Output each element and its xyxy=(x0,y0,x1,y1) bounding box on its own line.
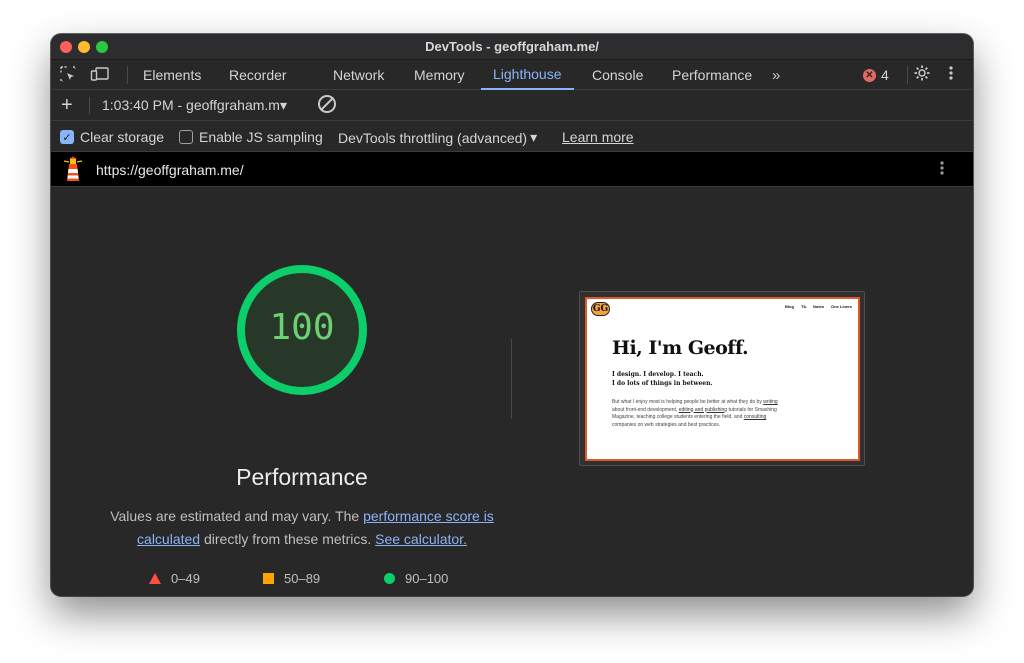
legend-range: 50–89 xyxy=(284,571,321,586)
site-heading: Hi, I'm Geoff. xyxy=(612,337,749,359)
page-screenshot: GG Blog TIL Notes One Liners Hi, I'm Geo… xyxy=(585,297,860,461)
score-description: Values are estimated and may vary. The p… xyxy=(101,505,503,551)
circle-icon xyxy=(384,573,395,584)
tab-separator xyxy=(127,66,128,84)
lighthouse-options-bar: ✓ Clear storage Enable JS sampling DevTo… xyxy=(51,121,973,152)
title-bar: DevTools - geoffgraham.me/ xyxy=(51,34,973,60)
throttling-label: DevTools throttling (advanced) xyxy=(338,129,528,146)
tab-network[interactable]: Network xyxy=(333,60,384,90)
window-controls xyxy=(60,41,108,53)
site-nav-item: Notes xyxy=(813,304,825,309)
intro-text: companies on web strategies and best pra… xyxy=(612,421,721,428)
legend-average: 50–89 xyxy=(263,571,320,586)
devtools-window: DevTools - geoffgraham.me/ Elements Reco… xyxy=(51,34,973,596)
js-sampling-option[interactable]: Enable JS sampling xyxy=(179,129,323,145)
tab-elements[interactable]: Elements xyxy=(143,60,201,90)
chevron-down-icon: ▾ xyxy=(279,97,287,113)
inspect-element-icon[interactable] xyxy=(55,65,81,87)
site-logo: GG xyxy=(591,302,610,316)
consulting-link: consulting xyxy=(743,414,767,420)
new-report-button[interactable]: + xyxy=(61,94,73,117)
writing-link: writing xyxy=(763,399,778,405)
site-nav-item: Blog xyxy=(785,304,794,309)
triangle-icon xyxy=(149,573,161,584)
intro-text: But what I enjoy most is helping people … xyxy=(612,399,764,405)
legend-range: 0–49 xyxy=(171,571,200,586)
clear-storage-checkbox[interactable]: ✓ xyxy=(60,130,74,144)
editing-link: editing and publishing xyxy=(678,406,728,413)
report-url[interactable]: https://geoffgraham.me/ xyxy=(96,162,244,178)
square-icon xyxy=(263,573,274,584)
window-title: DevTools - geoffgraham.me/ xyxy=(425,39,599,54)
clear-storage-label: Clear storage xyxy=(80,129,165,145)
throttling-dropdown[interactable]: DevTools throttling (advanced) ▾ xyxy=(338,129,537,146)
legend-fail: 0–49 xyxy=(149,571,200,586)
issues-counter[interactable]: ✕ 4 xyxy=(863,67,889,83)
tab-separator xyxy=(907,66,908,84)
site-nav-item: One Liners xyxy=(831,304,852,309)
tab-recorder[interactable]: Recorder xyxy=(229,60,287,90)
report-url-bar: https://geoffgraham.me/ xyxy=(51,152,973,187)
error-icon: ✕ xyxy=(863,68,876,82)
site-tagline: I do lots of things in between. xyxy=(612,380,713,387)
toolbar-separator xyxy=(89,97,90,114)
issues-count: 4 xyxy=(881,67,889,83)
tab-memory[interactable]: Memory xyxy=(414,60,465,90)
customize-menu-icon[interactable] xyxy=(948,64,954,87)
close-window-button[interactable] xyxy=(60,41,72,53)
zoom-window-button[interactable] xyxy=(96,41,108,53)
clear-storage-option[interactable]: ✓ Clear storage xyxy=(60,129,164,145)
final-screenshot[interactable]: GG Blog TIL Notes One Liners Hi, I'm Geo… xyxy=(579,291,865,466)
minimize-window-button[interactable] xyxy=(78,41,90,53)
report-divider xyxy=(511,339,512,419)
lighthouse-report: 100 Performance Values are estimated and… xyxy=(51,187,973,596)
intro-text: about front-end development, xyxy=(612,406,679,413)
learn-more-link[interactable]: Learn more xyxy=(562,129,634,145)
lighthouse-logo-icon xyxy=(63,156,83,181)
tab-console[interactable]: Console xyxy=(592,60,643,90)
report-selector[interactable]: 1:03:40 PM - geoffgraham.m▾ xyxy=(102,97,287,114)
settings-gear-icon[interactable] xyxy=(913,64,931,87)
site-tagline: I design. I develop. I teach. xyxy=(612,371,704,378)
site-nav-item: TIL xyxy=(801,304,807,309)
tab-lighthouse[interactable]: Lighthouse xyxy=(481,60,574,90)
performance-score: 100 xyxy=(269,307,335,348)
description-text: Values are estimated and may vary. The xyxy=(110,508,364,524)
report-selector-label: 1:03:40 PM - geoffgraham.m xyxy=(102,97,280,113)
description-text: directly from these metrics. xyxy=(200,531,376,547)
clear-reports-icon[interactable] xyxy=(318,95,336,113)
tab-performance[interactable]: Performance xyxy=(672,60,752,90)
see-calculator-link[interactable]: See calculator. xyxy=(375,531,467,547)
js-sampling-checkbox[interactable] xyxy=(179,130,193,144)
legend-pass: 90–100 xyxy=(384,571,448,586)
device-toolbar-icon[interactable] xyxy=(87,65,113,87)
report-menu-icon[interactable] xyxy=(939,158,945,183)
lighthouse-report-bar: + 1:03:40 PM - geoffgraham.m▾ xyxy=(51,90,973,121)
panel-tab-bar: Elements Recorder Network Memory Lightho… xyxy=(51,60,973,90)
more-tabs-button[interactable]: » xyxy=(772,60,780,90)
legend-range: 90–100 xyxy=(405,571,449,586)
category-title: Performance xyxy=(236,464,368,490)
js-sampling-label: Enable JS sampling xyxy=(199,129,323,145)
chevron-down-icon: ▾ xyxy=(530,129,538,145)
site-intro: But what I enjoy most is helping people … xyxy=(612,399,787,429)
